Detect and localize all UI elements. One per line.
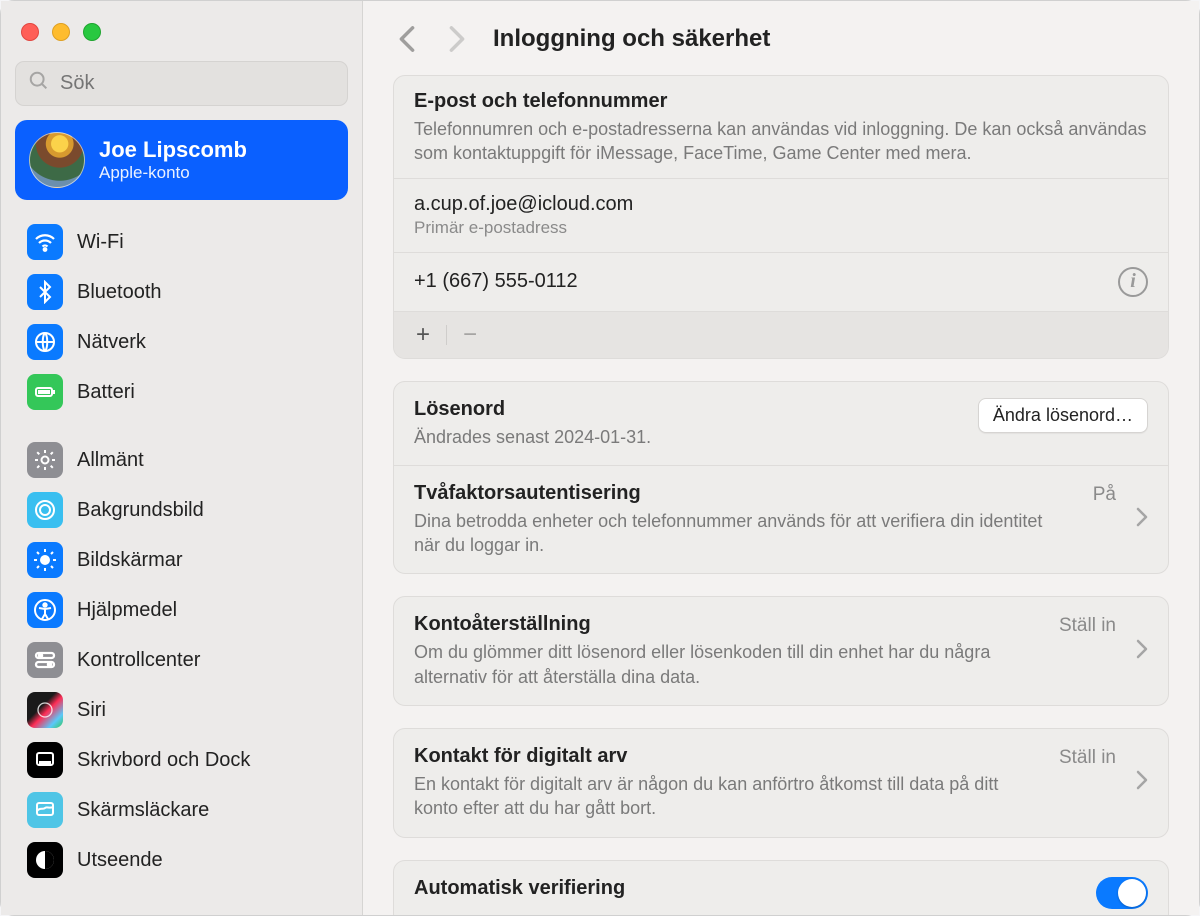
header: Inloggning och säkerhet bbox=[393, 15, 1169, 75]
email-phone-panel: E-post och telefonnummer Telefonnumren o… bbox=[393, 75, 1169, 359]
recovery-panel: Kontoåterställning Om du glömmer ditt lö… bbox=[393, 596, 1169, 706]
password-title: Lösenord bbox=[414, 398, 964, 421]
wallpaper-icon bbox=[27, 492, 63, 528]
account-recovery-row[interactable]: Kontoåterställning Om du glömmer ditt lö… bbox=[394, 597, 1168, 705]
sidebar-item-label: Bakgrundsbild bbox=[77, 499, 204, 522]
account-subtitle: Apple-konto bbox=[99, 163, 247, 183]
separator bbox=[446, 325, 447, 345]
sidebar-item-label: Siri bbox=[77, 699, 106, 722]
sidebar-item-label: Utseende bbox=[77, 849, 163, 872]
account-name: Joe Lipscomb bbox=[99, 137, 247, 163]
fullscreen-window-button[interactable] bbox=[83, 23, 101, 41]
sidebar-account-card[interactable]: Joe Lipscomb Apple-konto bbox=[15, 120, 348, 200]
window-controls bbox=[15, 19, 348, 61]
auto-verify-panel: Automatisk verifiering bbox=[393, 860, 1169, 915]
legacy-status: Ställ in bbox=[1059, 747, 1116, 769]
chevron-right-icon bbox=[1136, 507, 1148, 532]
sidebar-item-label: Nätverk bbox=[77, 331, 146, 354]
sidebar-item-label: Wi-Fi bbox=[77, 231, 124, 254]
displays-icon bbox=[27, 542, 63, 578]
main-content: Inloggning och säkerhet E-post och telef… bbox=[363, 1, 1199, 915]
tfa-desc: Dina betrodda enheter och telefonnummer … bbox=[414, 509, 1054, 558]
sidebar-group-2: Allmänt Bakgrundsbild Bildskärmar Hjälpm… bbox=[15, 436, 348, 884]
change-password-button[interactable]: Ändra lösenord… bbox=[978, 398, 1148, 433]
sidebar-item-screensaver[interactable]: Skärmsläckare bbox=[19, 786, 344, 834]
primary-email-row[interactable]: a.cup.of.joe@icloud.com Primär e-postadr… bbox=[394, 178, 1168, 252]
forward-button[interactable] bbox=[443, 25, 471, 53]
auto-verify-toggle[interactable] bbox=[1096, 877, 1148, 909]
legacy-title: Kontakt för digitalt arv bbox=[414, 745, 1045, 768]
primary-email-value: a.cup.of.joe@icloud.com bbox=[414, 193, 633, 216]
chevron-right-icon bbox=[1136, 770, 1148, 795]
search-icon bbox=[28, 70, 50, 97]
avatar bbox=[29, 132, 85, 188]
sidebar-item-wallpaper[interactable]: Bakgrundsbild bbox=[19, 486, 344, 534]
back-button[interactable] bbox=[393, 25, 421, 53]
gear-icon bbox=[27, 442, 63, 478]
sidebar-item-network[interactable]: Nätverk bbox=[19, 318, 344, 366]
remove-button[interactable]: − bbox=[457, 322, 483, 348]
legacy-contact-row[interactable]: Kontakt för digitalt arv En kontakt för … bbox=[394, 729, 1168, 837]
siri-icon bbox=[27, 692, 63, 728]
sidebar-item-label: Hjälpmedel bbox=[77, 599, 177, 622]
legacy-desc: En kontakt för digitalt arv är någon du … bbox=[414, 772, 1045, 821]
page-title: Inloggning och säkerhet bbox=[493, 25, 770, 53]
sidebar-item-accessibility[interactable]: Hjälpmedel bbox=[19, 586, 344, 634]
sidebar-item-label: Skrivbord och Dock bbox=[77, 749, 250, 772]
sidebar-item-label: Batteri bbox=[77, 381, 135, 404]
tfa-title: Tvåfaktorsautentisering bbox=[414, 482, 1079, 505]
close-window-button[interactable] bbox=[21, 23, 39, 41]
password-panel: Lösenord Ändrades senast 2024-01-31. Änd… bbox=[393, 381, 1169, 575]
sidebar-item-label: Kontrollcenter bbox=[77, 649, 200, 672]
sidebar-item-bluetooth[interactable]: Bluetooth bbox=[19, 268, 344, 316]
email-section-desc: Telefonnumren och e-postadresserna kan a… bbox=[414, 117, 1148, 166]
sidebar-item-appearance[interactable]: Utseende bbox=[19, 836, 344, 884]
two-factor-row[interactable]: Tvåfaktorsautentisering Dina betrodda en… bbox=[394, 465, 1168, 574]
add-button[interactable]: + bbox=[410, 322, 436, 348]
auto-verify-title: Automatisk verifiering bbox=[414, 877, 1082, 900]
recovery-title: Kontoåterställning bbox=[414, 613, 1045, 636]
sidebar-item-control-center[interactable]: Kontrollcenter bbox=[19, 636, 344, 684]
control-center-icon bbox=[27, 642, 63, 678]
primary-email-label: Primär e-postadress bbox=[414, 218, 633, 238]
dock-icon bbox=[27, 742, 63, 778]
battery-icon bbox=[27, 374, 63, 410]
password-desc: Ändrades senast 2024-01-31. bbox=[414, 425, 964, 449]
recovery-status: Ställ in bbox=[1059, 615, 1116, 637]
auto-verify-row[interactable]: Automatisk verifiering bbox=[394, 861, 1168, 915]
info-icon[interactable]: i bbox=[1118, 267, 1148, 297]
minimize-window-button[interactable] bbox=[52, 23, 70, 41]
sidebar-item-label: Bildskärmar bbox=[77, 549, 183, 572]
password-row: Lösenord Ändrades senast 2024-01-31. Änd… bbox=[394, 382, 1168, 465]
sidebar-item-desktop-dock[interactable]: Skrivbord och Dock bbox=[19, 736, 344, 784]
screensaver-icon bbox=[27, 792, 63, 828]
sidebar: Joe Lipscomb Apple-konto Wi-Fi Bluetooth… bbox=[1, 1, 363, 915]
email-section-title: E-post och telefonnummer bbox=[414, 90, 1148, 113]
sidebar-item-displays[interactable]: Bildskärmar bbox=[19, 536, 344, 584]
appearance-icon bbox=[27, 842, 63, 878]
sidebar-item-battery[interactable]: Batteri bbox=[19, 368, 344, 416]
accessibility-icon bbox=[27, 592, 63, 628]
email-panel-footer: + − bbox=[394, 311, 1168, 358]
phone-row[interactable]: +1 (667) 555-0112 i bbox=[394, 252, 1168, 311]
sidebar-group-1: Wi-Fi Bluetooth Nätverk Batteri bbox=[15, 218, 348, 416]
chevron-right-icon bbox=[1136, 639, 1148, 664]
sidebar-item-wifi[interactable]: Wi-Fi bbox=[19, 218, 344, 266]
search-input[interactable] bbox=[60, 72, 335, 95]
tfa-status: På bbox=[1093, 484, 1116, 506]
wifi-icon bbox=[27, 224, 63, 260]
sidebar-item-label: Bluetooth bbox=[77, 281, 162, 304]
sidebar-item-siri[interactable]: Siri bbox=[19, 686, 344, 734]
sidebar-item-label: Skärmsläckare bbox=[77, 799, 209, 822]
search-field[interactable] bbox=[15, 61, 348, 106]
phone-value: +1 (667) 555-0112 bbox=[414, 270, 578, 293]
sidebar-item-general[interactable]: Allmänt bbox=[19, 436, 344, 484]
recovery-desc: Om du glömmer ditt lösenord eller lösenk… bbox=[414, 640, 1045, 689]
sidebar-item-label: Allmänt bbox=[77, 449, 144, 472]
network-icon bbox=[27, 324, 63, 360]
bluetooth-icon bbox=[27, 274, 63, 310]
legacy-panel: Kontakt för digitalt arv En kontakt för … bbox=[393, 728, 1169, 838]
